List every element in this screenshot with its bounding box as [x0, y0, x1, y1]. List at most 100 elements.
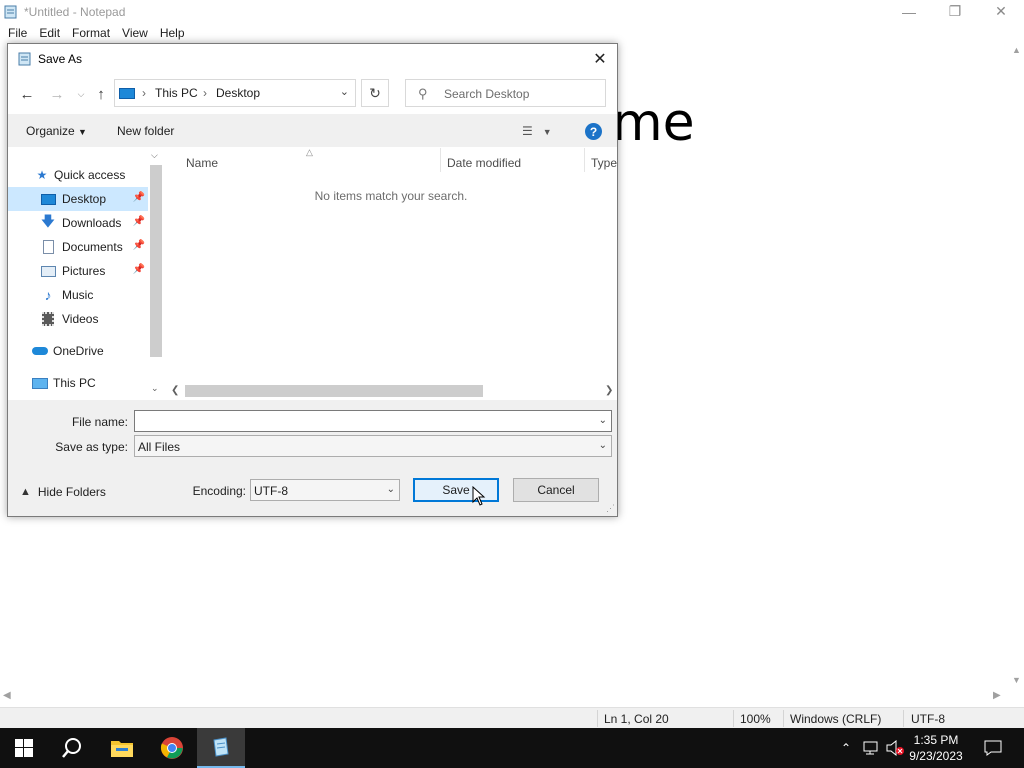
recent-locations-button[interactable]: ⌵	[70, 84, 92, 104]
menu-view[interactable]: View	[118, 26, 152, 40]
chevron-up-icon[interactable]: ⌵	[151, 150, 158, 161]
minimize-button[interactable]: —	[886, 0, 932, 23]
help-icon[interactable]: ?	[585, 123, 602, 140]
music-icon: ♪	[44, 287, 52, 303]
nav-quick-access[interactable]: ★ Quick access	[8, 163, 148, 187]
network-icon[interactable]	[860, 728, 882, 768]
close-icon: ✕	[593, 51, 607, 68]
notification-button[interactable]	[978, 728, 1008, 768]
taskbar-file-explorer[interactable]	[98, 728, 146, 768]
downloads-icon: 🡇	[40, 213, 56, 229]
show-hidden-icons-button[interactable]: ⌃	[838, 728, 854, 768]
address-bar[interactable]: › This PC › Desktop ⌄	[114, 79, 356, 107]
browse-area: ★ Quick access Desktop 📌 🡇 Downloads 📌 D…	[8, 147, 617, 400]
file-list-horizontal-scrollbar[interactable]: ❮ ❯	[165, 382, 617, 400]
save-as-type-select[interactable]: All Files ⌄	[134, 435, 612, 457]
navigation-bar: ← → ⌵ ↑ › This PC › Desktop ⌄ ↻ ⚲ Search…	[8, 74, 617, 114]
chevron-left-icon[interactable]: ❮	[171, 385, 179, 396]
nav-this-pc[interactable]: This PC	[8, 371, 148, 395]
folder-icon	[111, 741, 133, 757]
menu-edit[interactable]: Edit	[35, 26, 64, 40]
nav-pane-scrollbar[interactable]: ⌵ ⌄	[148, 147, 164, 400]
chevron-right-icon[interactable]: ❯	[605, 385, 613, 396]
resize-grip-icon[interactable]: ⋰	[606, 503, 615, 514]
taskbar-search-button[interactable]	[48, 728, 96, 768]
scroll-right-icon[interactable]: ▶	[993, 690, 1001, 701]
clock-date: 9/23/2023	[909, 749, 963, 763]
breadcrumb-this-pc[interactable]: This PC	[155, 86, 198, 100]
menu-format[interactable]: Format	[68, 26, 114, 40]
dialog-close-button[interactable]: ✕	[583, 44, 617, 74]
organize-button[interactable]: Organize ▼	[26, 124, 87, 138]
nav-onedrive[interactable]: OneDrive	[8, 339, 148, 363]
chevron-up-icon: ⌃	[840, 741, 852, 755]
nav-desktop[interactable]: Desktop 📌	[8, 187, 148, 211]
pin-icon: 📌	[132, 216, 145, 227]
sort-ascending-icon: △	[306, 147, 313, 157]
forward-button[interactable]: →	[46, 84, 68, 104]
scroll-down-icon[interactable]: ▼	[1012, 675, 1021, 685]
up-button[interactable]: ↑	[90, 84, 112, 104]
menu-file[interactable]: File	[4, 26, 31, 40]
refresh-button[interactable]: ↻	[361, 79, 389, 107]
nav-documents[interactable]: Documents 📌	[8, 235, 148, 259]
column-type[interactable]: Type	[591, 156, 617, 170]
dialog-titlebar: Save As ✕	[8, 44, 617, 74]
breadcrumb-desktop[interactable]: Desktop	[216, 86, 260, 100]
pin-icon: 📌	[132, 264, 145, 275]
save-button[interactable]: Save	[413, 478, 499, 502]
nav-scroll-thumb[interactable]	[150, 165, 162, 357]
status-zoom: 100%	[740, 712, 771, 726]
volume-muted-icon[interactable]	[884, 728, 906, 768]
menu-bar: File Edit Format View Help	[0, 23, 1024, 43]
scroll-up-icon[interactable]: ▲	[1012, 45, 1021, 55]
window-title: *Untitled - Notepad	[24, 4, 126, 19]
editor-vertical-scrollbar[interactable]: ▲ ▼	[1010, 43, 1024, 690]
status-line-ending: Windows (CRLF)	[790, 712, 882, 726]
documents-icon	[40, 240, 56, 254]
view-list-icon: ☰	[522, 124, 533, 138]
nav-videos[interactable]: Videos	[8, 307, 148, 331]
hide-folders-button[interactable]: ▲ Hide Folders	[20, 485, 106, 499]
caret-down-icon: ▼	[542, 127, 552, 137]
dialog-toolbar: Organize ▼ New folder ☰ ▼ ?	[8, 116, 617, 146]
change-view-button[interactable]: ☰ ▼	[522, 124, 552, 138]
nav-pictures[interactable]: Pictures 📌	[8, 259, 148, 283]
taskbar-notepad[interactable]	[197, 728, 245, 768]
new-folder-button[interactable]: New folder	[117, 124, 174, 138]
menu-help[interactable]: Help	[156, 26, 189, 40]
file-name-label: File name:	[71, 415, 128, 429]
file-name-input[interactable]: ⌄	[134, 410, 612, 432]
chrome-icon	[160, 737, 183, 759]
navigation-pane: ★ Quick access Desktop 📌 🡇 Downloads 📌 D…	[8, 147, 148, 400]
close-window-button[interactable]: ✕	[978, 0, 1024, 23]
chevron-down-icon[interactable]: ⌄	[151, 383, 159, 394]
back-button[interactable]: ←	[16, 84, 38, 104]
maximize-button[interactable]: ❐	[932, 0, 978, 23]
pin-icon: 📌	[132, 240, 145, 251]
this-pc-icon	[119, 88, 135, 99]
search-placeholder: Search Desktop	[444, 87, 530, 101]
scroll-left-icon[interactable]: ◀	[3, 690, 11, 701]
column-name[interactable]: Name	[186, 156, 218, 170]
system-clock[interactable]: 1:35 PM 9/23/2023	[904, 732, 968, 764]
start-button[interactable]	[0, 728, 48, 768]
search-icon	[62, 738, 81, 758]
column-date-modified[interactable]: Date modified	[447, 156, 521, 170]
taskbar-chrome[interactable]	[148, 728, 196, 768]
address-dropdown-icon[interactable]: ⌄	[340, 85, 349, 98]
nav-music[interactable]: ♪ Music	[8, 283, 148, 307]
cancel-button[interactable]: Cancel	[513, 478, 599, 502]
pin-icon: 📌	[132, 192, 145, 203]
chevron-down-icon[interactable]: ⌄	[599, 415, 607, 426]
caret-down-icon: ▼	[78, 127, 87, 137]
encoding-select[interactable]: UTF-8 ⌄	[250, 479, 400, 501]
horizontal-scroll-thumb[interactable]	[185, 385, 483, 397]
search-box[interactable]: ⚲ Search Desktop	[405, 79, 606, 107]
taskbar: ⌃ 1:35 PM 9/23/2023	[0, 728, 1024, 768]
pictures-icon	[40, 264, 56, 278]
editor-horizontal-scrollbar[interactable]: ◀ ▶	[0, 689, 1024, 703]
arrow-right-icon: →	[49, 85, 65, 103]
refresh-icon: ↻	[369, 84, 381, 101]
nav-downloads[interactable]: 🡇 Downloads 📌	[8, 211, 148, 235]
